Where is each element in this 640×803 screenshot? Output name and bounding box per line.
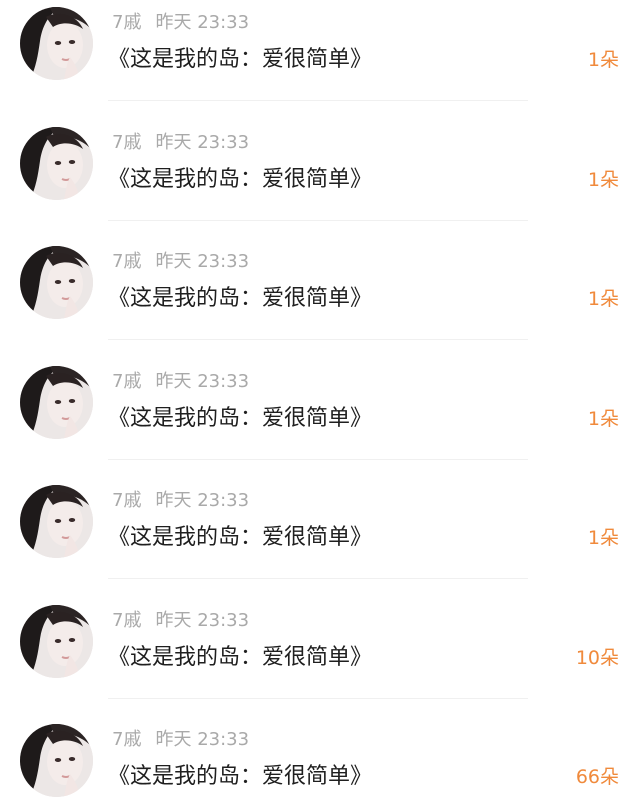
username[interactable]: 7戚 [112, 490, 141, 511]
item-meta: 7戚 昨天 23:33 [112, 250, 249, 274]
avatar-icon [20, 7, 93, 80]
divider [108, 100, 528, 101]
feed-item[interactable]: 7戚 昨天 23:33 《这是我的岛：爱很简单》 1朵 [0, 0, 640, 120]
divider [108, 578, 528, 579]
user-avatar[interactable] [20, 604, 93, 678]
content-title[interactable]: 《这是我的岛：爱很简单》 [108, 44, 372, 76]
time-label: 23:33 [197, 490, 250, 511]
date-label: 昨天 [155, 251, 192, 272]
item-meta: 7戚 昨天 23:33 [112, 11, 249, 35]
avatar-icon [20, 246, 93, 319]
user-avatar[interactable] [20, 246, 93, 319]
feed-item[interactable]: 7戚 昨天 23:33 《这是我的岛：爱很简单》 66朵 [0, 717, 640, 803]
avatar-icon [20, 604, 93, 678]
content-title[interactable]: 《这是我的岛：爱很简单》 [108, 642, 372, 674]
content-title[interactable]: 《这是我的岛：爱很简单》 [108, 522, 372, 554]
gift-count: 66朵 [575, 766, 619, 788]
item-meta: 7戚 昨天 23:33 [112, 609, 249, 633]
username[interactable]: 7戚 [112, 610, 141, 631]
username[interactable]: 7戚 [112, 729, 141, 750]
feed-item[interactable]: 7戚 昨天 23:33 《这是我的岛：爱很简单》 1朵 [0, 359, 640, 479]
feed-item[interactable]: 7戚 昨天 23:33 《这是我的岛：爱很简单》 1朵 [0, 478, 640, 598]
date-label: 昨天 [155, 12, 192, 33]
item-meta: 7戚 昨天 23:33 [112, 489, 249, 513]
content-title[interactable]: 《这是我的岛：爱很简单》 [108, 761, 372, 793]
content-title[interactable]: 《这是我的岛：爱很简单》 [108, 283, 372, 315]
divider [108, 697, 528, 699]
date-label: 昨天 [155, 370, 192, 392]
gift-count: 10朵 [575, 646, 619, 669]
feed-item[interactable]: 7戚 昨天 23:33 《这是我的岛：爱很简单》 10朵 [0, 598, 640, 718]
gift-count: 1朵 [587, 407, 619, 430]
date-label: 昨天 [155, 609, 192, 631]
item-meta: 7戚 昨天 23:33 [112, 131, 249, 155]
time-label: 23:33 [197, 370, 250, 392]
user-avatar[interactable] [20, 365, 93, 439]
user-avatar[interactable] [20, 7, 93, 80]
date-label: 昨天 [155, 490, 192, 511]
feed-item[interactable]: 7戚 昨天 23:33 《这是我的岛：爱很简单》 1朵 [0, 239, 640, 359]
gift-count: 1朵 [587, 49, 619, 71]
user-avatar[interactable] [20, 724, 93, 797]
divider [108, 339, 528, 340]
username[interactable]: 7戚 [112, 12, 141, 33]
avatar-icon [20, 485, 93, 558]
user-avatar[interactable] [20, 126, 93, 200]
gift-count: 1朵 [587, 527, 619, 549]
time-label: 23:33 [197, 12, 250, 33]
date-label: 昨天 [155, 729, 192, 750]
time-label: 23:33 [197, 251, 250, 272]
gift-count: 1朵 [587, 288, 619, 310]
username[interactable]: 7戚 [112, 371, 141, 392]
avatar-icon [20, 724, 93, 797]
date-label: 昨天 [155, 131, 192, 153]
user-avatar[interactable] [20, 485, 93, 558]
time-label: 23:33 [197, 609, 250, 631]
divider [108, 219, 528, 221]
username[interactable]: 7戚 [112, 132, 141, 153]
username[interactable]: 7戚 [112, 251, 141, 272]
avatar-icon [20, 126, 93, 200]
content-title[interactable]: 《这是我的岛：爱很简单》 [108, 403, 372, 435]
time-label: 23:33 [197, 131, 250, 153]
time-label: 23:33 [197, 729, 250, 750]
divider [108, 458, 528, 460]
item-meta: 7戚 昨天 23:33 [112, 728, 249, 752]
gift-count: 1朵 [587, 168, 619, 191]
feed-item[interactable]: 7戚 昨天 23:33 《这是我的岛：爱很简单》 1朵 [0, 120, 640, 240]
avatar-icon [20, 365, 93, 439]
content-title[interactable]: 《这是我的岛：爱很简单》 [108, 164, 372, 196]
gift-feed-list: 7戚 昨天 23:33 《这是我的岛：爱很简单》 1朵 7戚 昨天 23:33 《这… [0, 0, 640, 803]
item-meta: 7戚 昨天 23:33 [112, 370, 249, 394]
